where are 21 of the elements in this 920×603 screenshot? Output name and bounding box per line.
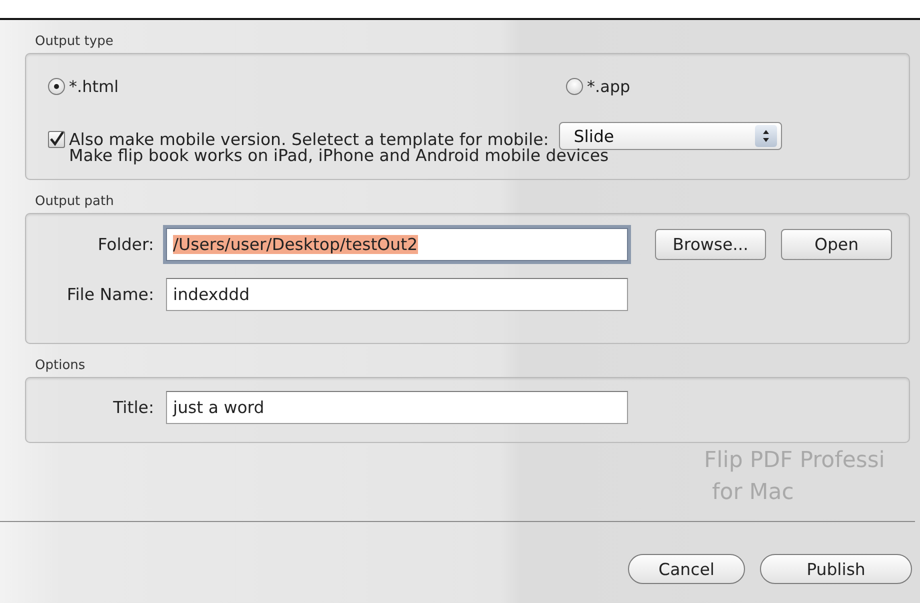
group-title: Output path bbox=[35, 194, 114, 209]
radio-button[interactable] bbox=[566, 78, 583, 94]
field-label: File Name: bbox=[66, 285, 154, 304]
field-label: Title: bbox=[112, 398, 154, 417]
dialog-button[interactable]: Cancel bbox=[628, 554, 745, 584]
radio-button[interactable] bbox=[48, 78, 65, 94]
push-button[interactable]: Open bbox=[781, 229, 892, 260]
push-button[interactable]: Browse... bbox=[655, 229, 766, 260]
template-dropdown[interactable]: Slide bbox=[558, 122, 782, 150]
radio-option[interactable]: *.app bbox=[566, 76, 630, 96]
folder-field[interactable]: /Users/user/Desktop/testOut2 bbox=[166, 228, 628, 261]
stepper-icon bbox=[762, 129, 770, 143]
field-label: Folder: bbox=[96, 235, 154, 254]
group-title: Options bbox=[35, 358, 86, 373]
title-field[interactable]: just a word bbox=[166, 391, 628, 424]
radio-option[interactable]: *.html bbox=[48, 76, 566, 96]
file-name-field[interactable]: indexddd bbox=[166, 278, 628, 311]
checkbox[interactable] bbox=[48, 131, 65, 148]
default-button[interactable]: Publish bbox=[760, 554, 912, 584]
checkbox-label: Also make mobile version. Seletect a template for mobile: bbox=[69, 130, 549, 148]
group-title: Output type bbox=[35, 34, 114, 49]
